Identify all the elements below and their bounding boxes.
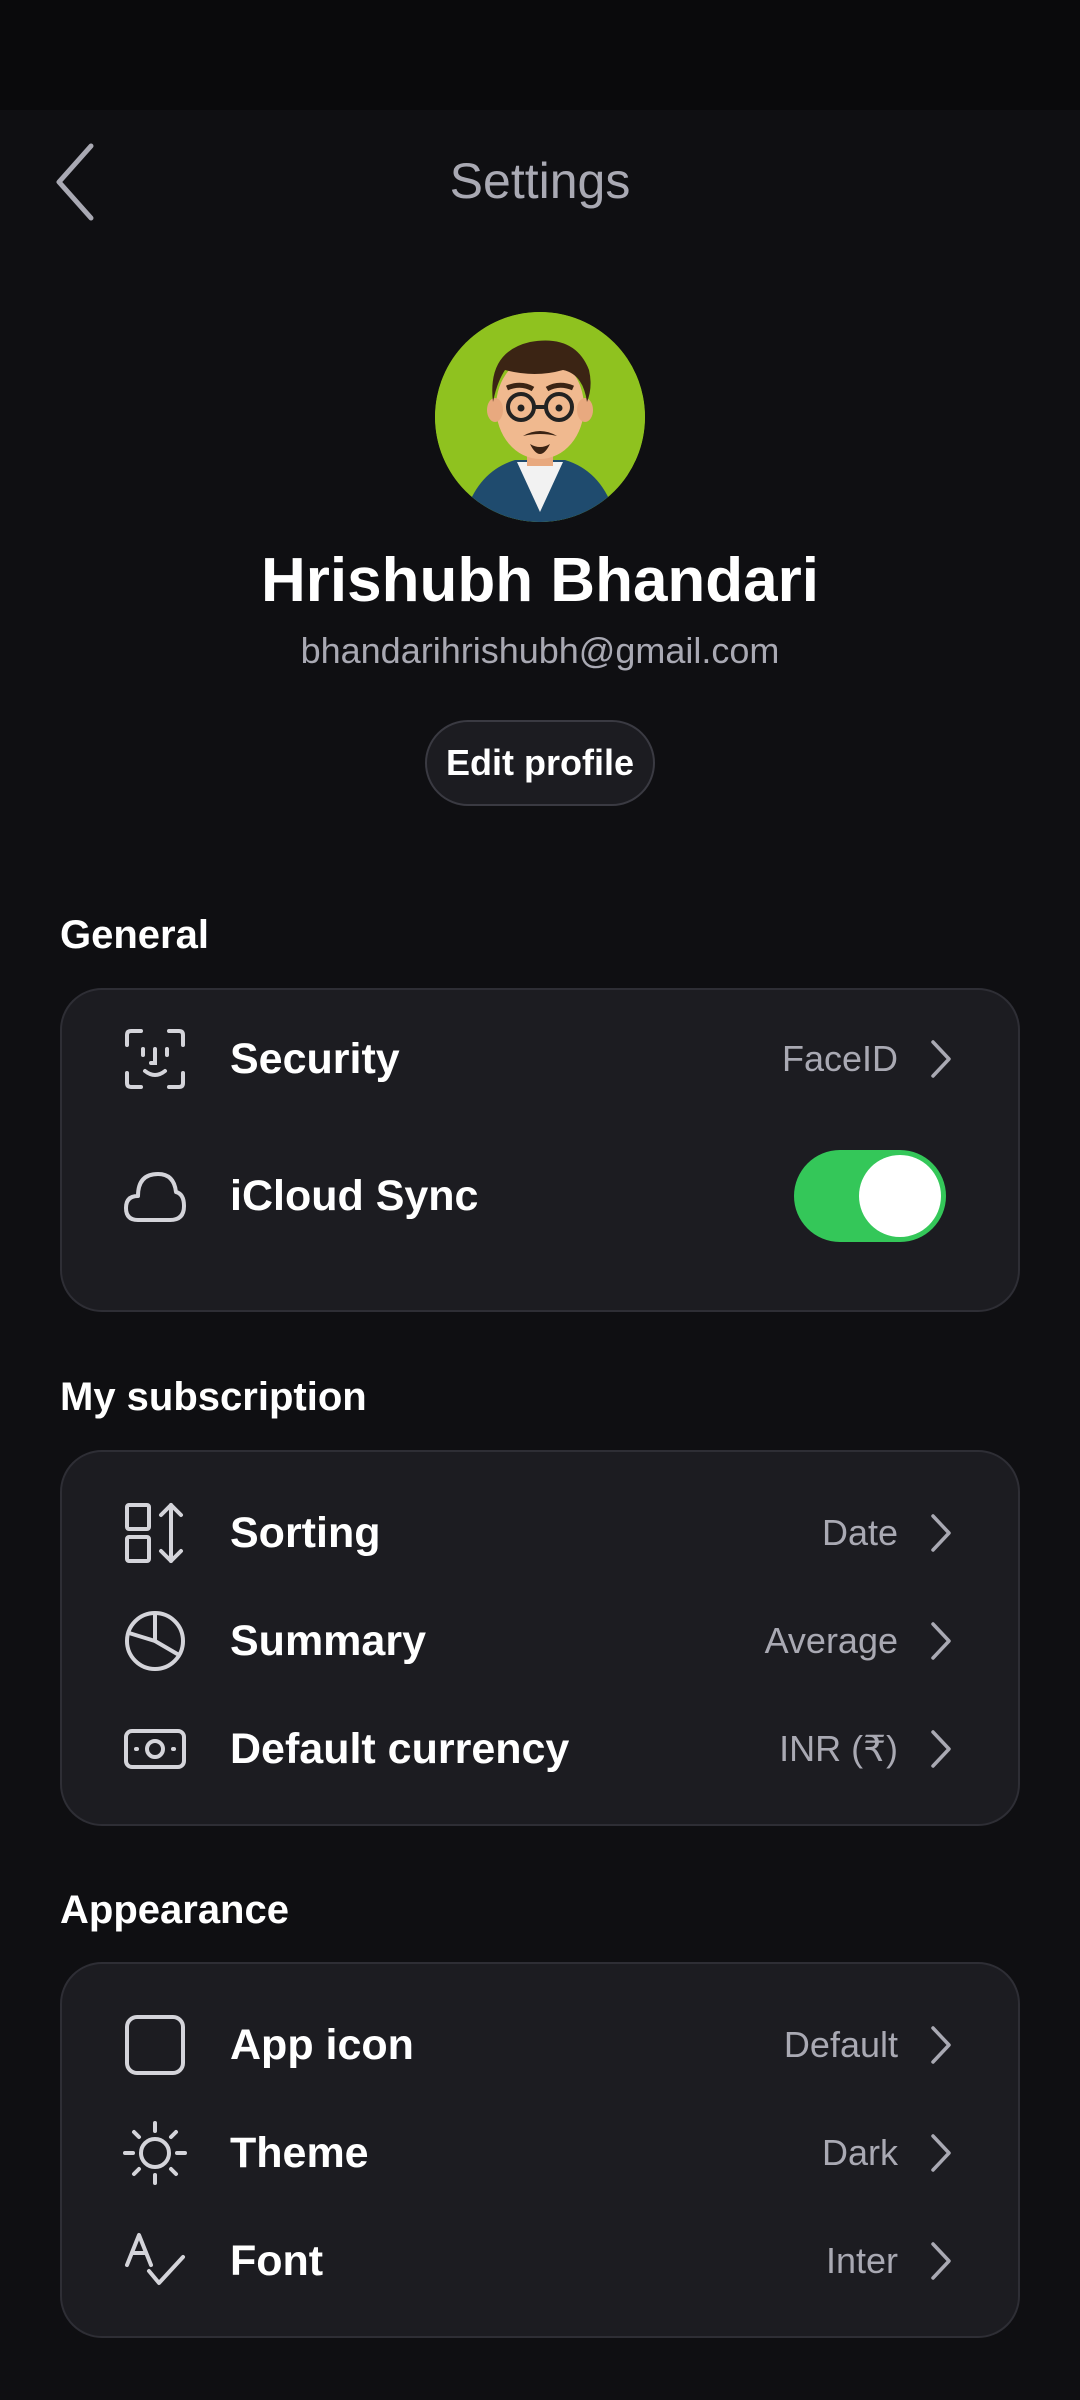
edit-profile-button[interactable]: Edit profile [425, 720, 655, 806]
sorting-row[interactable]: Sorting Date [62, 1483, 1018, 1583]
chevron-right-icon [926, 1037, 956, 1081]
cloud-icon [120, 1161, 190, 1231]
chevron-right-icon [926, 1727, 956, 1771]
section-title-subscription: My subscription [60, 1375, 367, 1419]
security-row[interactable]: Security FaceID [62, 1009, 1018, 1109]
font-label: Font [230, 2236, 324, 2285]
icloud-sync-label: iCloud Sync [230, 1171, 479, 1220]
chevron-right-icon [926, 2131, 956, 2175]
summary-value: Average [764, 1620, 898, 1661]
chevron-right-icon [926, 2023, 956, 2067]
square-icon [120, 2010, 190, 2080]
app-icon-label: App icon [230, 2020, 414, 2069]
face-id-icon [120, 1024, 190, 1094]
avatar[interactable] [435, 312, 645, 522]
currency-label: Default currency [230, 1724, 570, 1773]
theme-row[interactable]: Theme Dark [62, 2103, 1018, 2203]
security-value: FaceID [781, 1038, 898, 1079]
section-title-appearance: Appearance [60, 1888, 289, 1932]
profile-email: bhandarihrishubh@gmail.com [300, 630, 780, 671]
icloud-sync-row: iCloud Sync [62, 1146, 1018, 1246]
chevron-right-icon [926, 1619, 956, 1663]
sorting-label: Sorting [230, 1508, 381, 1557]
pie-chart-icon [120, 1606, 190, 1676]
theme-value: Dark [821, 2132, 898, 2173]
font-row[interactable]: Font Inter [62, 2211, 1018, 2311]
summary-row[interactable]: Summary Average [62, 1591, 1018, 1691]
theme-label: Theme [230, 2128, 369, 2177]
font-value: Inter [825, 2240, 898, 2281]
general-card: Security FaceID iCloud Sync [60, 988, 1020, 1312]
font-check-icon [120, 2226, 190, 2296]
toggle-knob [859, 1155, 941, 1237]
app-icon-row[interactable]: App icon Default [62, 1995, 1018, 2095]
chevron-right-icon [926, 2239, 956, 2283]
page-title: Settings [449, 153, 631, 209]
sorting-value: Date [821, 1512, 898, 1553]
profile-name: Hrishubh Bhandari [260, 546, 820, 615]
subscription-card: Sorting Date Summary Average Default cur… [60, 1450, 1020, 1826]
avatar-image [435, 312, 645, 522]
sort-icon [120, 1498, 190, 1568]
currency-row[interactable]: Default currency INR (₹) [62, 1699, 1018, 1799]
section-title-general: General [60, 913, 209, 957]
icloud-sync-toggle[interactable] [794, 1150, 946, 1242]
summary-label: Summary [230, 1616, 426, 1665]
status-bar [0, 0, 1080, 110]
chevron-right-icon [926, 1511, 956, 1555]
appearance-card: App icon Default Theme Dark Font Inter [60, 1962, 1020, 2338]
currency-value: INR (₹) [779, 1728, 898, 1769]
cash-icon [120, 1714, 190, 1784]
app-icon-value: Default [783, 2024, 898, 2065]
security-label: Security [230, 1034, 400, 1083]
top-bar: Settings [0, 110, 1080, 255]
sun-icon [120, 2118, 190, 2188]
